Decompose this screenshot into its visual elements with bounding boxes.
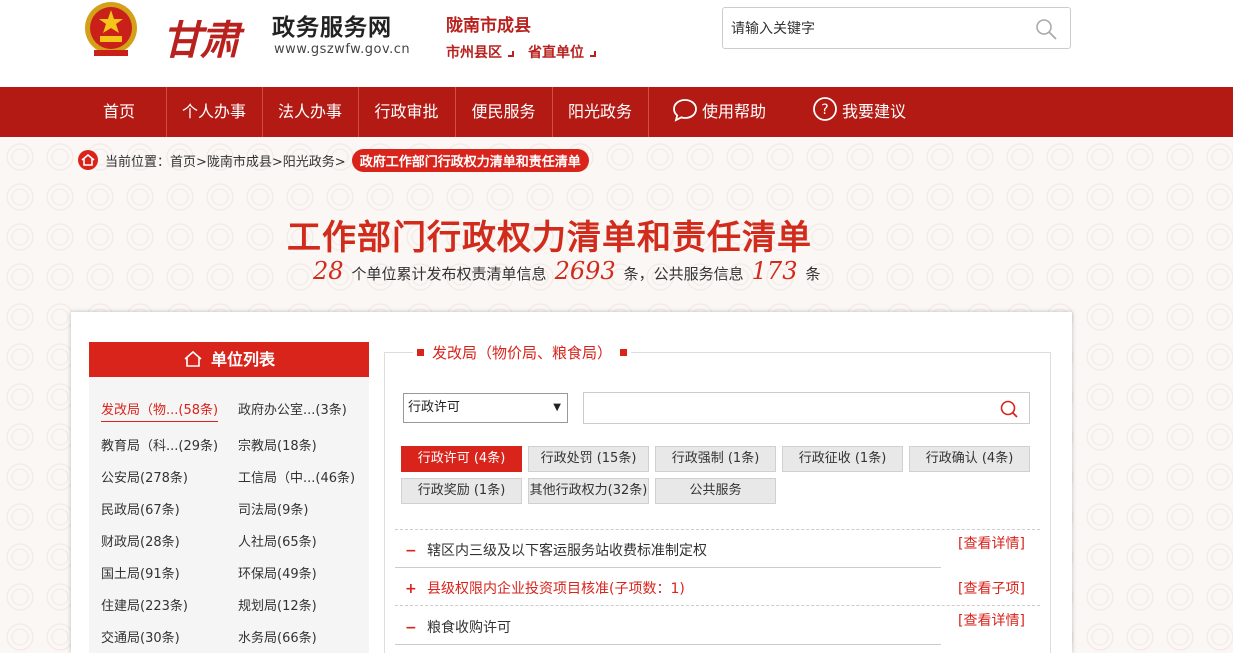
main-nav: 首页 个人办事 法人办事 行政审批 便民服务 阳光政务 使用帮助 ? 我要建议 — [0, 87, 1233, 137]
national-emblem-icon — [85, 2, 137, 56]
row-divider — [395, 644, 941, 645]
nav-item-suggest[interactable]: ? 我要建议 — [812, 87, 924, 137]
category-select[interactable]: 行政许可 ▼ — [403, 393, 568, 423]
view-subitems-link[interactable]: [查看子项] — [958, 578, 1025, 598]
tab-confirmation[interactable]: 行政确认 (4条) — [909, 446, 1030, 472]
header-search — [722, 7, 1071, 49]
nav-item-corporate[interactable]: 法人办事 — [263, 87, 357, 137]
site-url: www.gszwfw.gov.cn — [274, 42, 411, 57]
unit-item[interactable]: 交通局(30条) — [101, 627, 180, 646]
tab-reward[interactable]: 行政奖励 (1条) — [401, 478, 522, 504]
home-icon — [78, 150, 98, 170]
unit-item[interactable]: 人社局(65条) — [238, 531, 317, 550]
unit-list: 发改局（物...(58条) 政府办公室...(3条) 教育局（科...(29条)… — [89, 377, 369, 653]
site-name[interactable]: 政务服务网 — [272, 8, 392, 42]
list-item[interactable]: + 县级权限内企业投资项目核准(子项数：1) — [405, 578, 685, 598]
row-divider — [395, 567, 941, 568]
stats-services-text: 条 — [805, 265, 821, 283]
svg-text:?: ? — [821, 102, 828, 118]
square-bullet-icon — [620, 349, 628, 356]
unit-item[interactable]: 国土局(91条) — [101, 563, 180, 582]
stats-services-count: 173 — [751, 257, 798, 285]
unit-item[interactable]: 环保局(49条) — [238, 563, 317, 582]
page-title: 工作部门行政权力清单和责任清单 — [287, 218, 812, 258]
unit-item[interactable]: 政府办公室...(3条) — [238, 399, 347, 418]
unit-item[interactable]: 规划局(12条) — [238, 595, 317, 614]
chat-bubble-icon — [673, 99, 697, 122]
view-detail-link[interactable]: [查看详情] — [958, 610, 1025, 630]
question-circle-icon: ? — [813, 97, 837, 121]
region-title: 陇南市成县 — [446, 16, 531, 36]
tab-other-power[interactable]: 其他行政权力(32条) — [528, 478, 649, 504]
nav-item-home[interactable]: 首页 — [86, 87, 152, 137]
unit-item[interactable]: 宗教局(18条) — [238, 435, 317, 454]
unit-item[interactable]: 教育局（科...(29条) — [101, 435, 218, 454]
dropdown-arrow-icon: ▼ — [553, 402, 561, 413]
collapse-icon[interactable]: − — [405, 620, 427, 636]
list-item[interactable]: − 辖区内三级及以下客运服务站收费标准制定权 — [405, 540, 707, 560]
region-links: 市州县区 省直单位 — [446, 42, 596, 62]
square-bullet-icon — [417, 349, 424, 356]
section-title: 发改局（物价局、粮食局） — [413, 342, 632, 363]
collapse-icon[interactable]: − — [405, 543, 427, 559]
region-link-city[interactable]: 市州县区 — [446, 42, 514, 62]
search-icon[interactable] — [1034, 17, 1058, 41]
unit-item[interactable]: 财政局(28条) — [101, 531, 180, 550]
nav-item-personal[interactable]: 个人办事 — [167, 87, 261, 137]
expand-icon[interactable]: + — [405, 581, 427, 597]
breadcrumb-current: 政府工作部门行政权力清单和责任清单 — [351, 148, 589, 172]
unit-item[interactable]: 发改局（物...(58条) — [101, 399, 219, 422]
breadcrumb: 当前位置： 首页>陇南市成县>阳光政务> 政府工作部门行政权力清单和责任清单 — [77, 148, 589, 172]
unit-item[interactable]: 水务局(66条) — [238, 627, 317, 646]
list-item[interactable]: − 粮食收购许可 — [405, 617, 511, 637]
tab-enforcement[interactable]: 行政强制 (1条) — [655, 446, 776, 472]
stats-units-text: 个单位累计发布权责清单信息 — [351, 265, 547, 283]
view-detail-link[interactable]: [查看详情] — [958, 533, 1025, 553]
tab-public-service[interactable]: 公共服务 — [655, 478, 776, 504]
breadcrumb-path[interactable]: 首页>陇南市成县>阳光政务> — [170, 151, 346, 170]
corner-arrow-icon — [590, 51, 596, 57]
stats-items-text: 条，公共服务信息 — [623, 265, 744, 283]
unit-item[interactable]: 工信局（中...(46条) — [238, 467, 355, 486]
row-divider — [395, 529, 1040, 530]
site-logo-text[interactable]: 甘肃 — [162, 8, 240, 66]
unit-item[interactable]: 住建局(223条) — [101, 595, 188, 614]
filter-search-input[interactable] — [583, 392, 1030, 424]
corner-arrow-icon — [508, 51, 514, 57]
unit-item[interactable]: 司法局(9条) — [238, 499, 308, 518]
nav-divider — [648, 87, 649, 137]
nav-item-sunshine[interactable]: 阳光政务 — [553, 87, 647, 137]
row-divider — [395, 605, 1040, 606]
stats-items-count: 2693 — [554, 257, 616, 285]
nav-item-help[interactable]: 使用帮助 — [672, 87, 784, 137]
unit-item[interactable]: 民政局(67条) — [101, 499, 180, 518]
region-link-province[interactable]: 省直单位 — [528, 42, 596, 62]
tab-license[interactable]: 行政许可 (4条) — [401, 446, 522, 472]
site-header: 甘肃 政务服务网 www.gszwfw.gov.cn 陇南市成县 市州县区 省直… — [0, 0, 1233, 87]
home-outline-icon — [184, 350, 202, 367]
unit-item[interactable]: 公安局(278条) — [101, 467, 188, 486]
nav-item-approval[interactable]: 行政审批 — [359, 87, 454, 137]
search-input[interactable] — [731, 18, 1031, 40]
nav-item-services[interactable]: 便民服务 — [456, 87, 551, 137]
stats-summary: 28 个单位累计发布权责清单信息 2693 条，公共服务信息 173 条 — [313, 257, 820, 285]
stats-units-count: 28 — [313, 257, 344, 285]
breadcrumb-label: 当前位置： — [105, 154, 171, 170]
unit-list-header: 单位列表 — [89, 342, 369, 377]
search-icon[interactable] — [999, 399, 1019, 419]
tab-levy[interactable]: 行政征收 (1条) — [782, 446, 903, 472]
tab-penalty[interactable]: 行政处罚 (15条) — [528, 446, 649, 472]
